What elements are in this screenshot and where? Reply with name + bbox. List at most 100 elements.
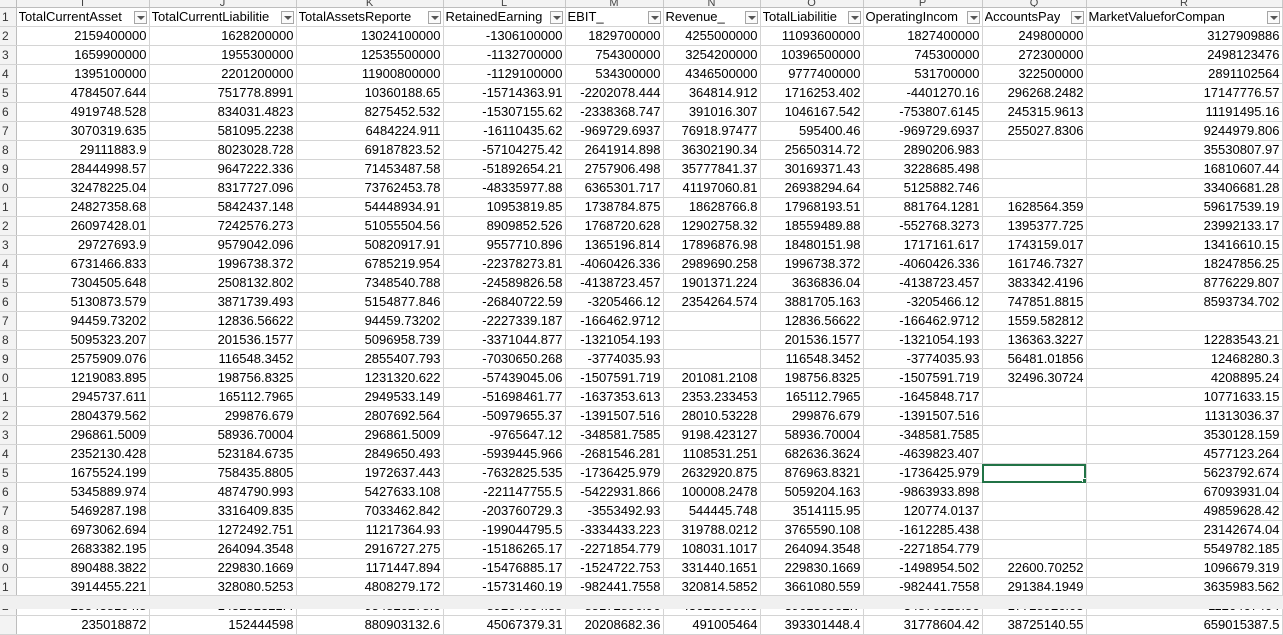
table-cell[interactable]: 758435.8805 [149,463,297,483]
column-letter[interactable]: N [663,0,761,8]
table-cell[interactable]: 8275452.532 [296,102,444,122]
table-cell[interactable]: 245315.9613 [982,102,1087,122]
table-cell[interactable]: -982441.7558 [565,577,664,597]
table-cell[interactable]: 10360188.65 [296,83,444,103]
table-cell[interactable]: -4401270.16 [863,83,983,103]
table-cell[interactable]: -1736425.979 [565,463,664,483]
table-cell[interactable]: 49859628.42 [1086,501,1283,521]
table-cell[interactable]: -1507591.719 [863,368,983,388]
table-cell[interactable]: -2202078.444 [565,83,664,103]
table-cell[interactable]: 2855407.793 [296,349,444,369]
table-cell[interactable]: -1498954.502 [863,558,983,578]
table-cell[interactable]: 322500000 [982,64,1087,84]
table-cell[interactable]: 881764.1281 [863,197,983,217]
row-number[interactable]: 7 [0,311,17,331]
table-cell[interactable]: 12468280.3 [1086,349,1283,369]
table-cell[interactable]: 4784507.644 [16,83,150,103]
active-cell[interactable] [982,463,1087,483]
table-cell[interactable]: 17968193.51 [760,197,864,217]
table-cell[interactable]: -1736425.979 [863,463,983,483]
table-cell[interactable]: 54448934.91 [296,197,444,217]
column-header-cell[interactable]: TotalAssetsReporte [296,7,444,27]
table-cell[interactable]: 13024100000 [296,26,444,46]
table-cell[interactable]: 1996738.372 [149,254,297,274]
table-cell[interactable]: 29111883.9 [16,140,150,160]
column-header-cell[interactable]: TotalCurrentLiabilitie [149,7,297,27]
table-cell[interactable]: 24827358.68 [16,197,150,217]
table-cell[interactable]: 198756.8325 [760,368,864,388]
table-cell[interactable]: 3254200000 [663,45,761,65]
table-cell[interactable]: 9777400000 [760,64,864,84]
table-cell[interactable]: 264094.3548 [760,539,864,559]
table-cell[interactable]: 5095323.207 [16,330,150,350]
table-cell[interactable]: 2949533.149 [296,387,444,407]
table-cell[interactable] [982,425,1087,445]
table-cell[interactable] [982,501,1087,521]
table-cell[interactable]: 2989690.258 [663,254,761,274]
table-cell[interactable]: 880903132.6 [296,615,444,635]
table-cell[interactable]: 5345889.974 [16,482,150,502]
table-cell[interactable]: -203760729.3 [443,501,566,521]
table-cell[interactable]: 751778.8991 [149,83,297,103]
table-cell[interactable]: 3070319.635 [16,121,150,141]
table-cell[interactable]: 10953819.85 [443,197,566,217]
table-cell[interactable]: 10396500000 [760,45,864,65]
filter-dropdown-icon[interactable] [847,10,861,24]
table-cell[interactable]: -16110435.62 [443,121,566,141]
table-cell[interactable]: 255027.8306 [982,121,1087,141]
table-cell[interactable]: 2890206.983 [863,140,983,160]
table-cell[interactable]: 17147776.57 [1086,83,1283,103]
table-cell[interactable]: 8023028.728 [149,140,297,160]
filter-dropdown-icon[interactable] [133,10,147,24]
table-cell[interactable]: -753807.6145 [863,102,983,122]
table-cell[interactable]: -166462.9712 [565,311,664,331]
table-cell[interactable]: 25650314.72 [760,140,864,160]
row-number[interactable]: 5 [0,463,17,483]
row-number[interactable]: 3 [0,45,17,65]
table-cell[interactable]: -15714363.91 [443,83,566,103]
column-header-cell[interactable]: TotalCurrentAsset [16,7,150,27]
table-cell[interactable]: 94459.73202 [296,311,444,331]
table-cell[interactable]: -7632825.535 [443,463,566,483]
table-cell[interactable]: 12283543.21 [1086,330,1283,350]
column-letter[interactable]: K [296,0,444,8]
table-cell[interactable]: -3334433.223 [565,520,664,540]
table-cell[interactable]: 18628766.8 [663,197,761,217]
table-cell[interactable]: 659015387.5 [1086,615,1283,635]
table-cell[interactable]: 1628200000 [149,26,297,46]
table-cell[interactable]: 3635983.562 [1086,577,1283,597]
table-cell[interactable]: 544445.748 [663,501,761,521]
table-cell[interactable]: 7033462.842 [296,501,444,521]
table-cell[interactable]: 8317727.096 [149,178,297,198]
table-cell[interactable]: 5154877.846 [296,292,444,312]
table-cell[interactable]: 58936.70004 [760,425,864,445]
table-cell[interactable]: 3661080.559 [760,577,864,597]
table-cell[interactable]: -48335977.88 [443,178,566,198]
table-cell[interactable]: -4138723.457 [565,273,664,293]
table-cell[interactable]: -24589826.58 [443,273,566,293]
table-cell[interactable]: -9863933.898 [863,482,983,502]
table-cell[interactable]: -7030650.268 [443,349,566,369]
table-cell[interactable]: 9244979.806 [1086,121,1283,141]
table-cell[interactable]: 320814.5852 [663,577,761,597]
row-number[interactable]: 9 [0,539,17,559]
table-cell[interactable]: 4919748.528 [16,102,150,122]
table-cell[interactable]: 2945737.611 [16,387,150,407]
table-cell[interactable]: 3765590.108 [760,520,864,540]
row-number[interactable] [0,615,17,635]
row-number[interactable]: 6 [0,292,17,312]
table-cell[interactable]: 201536.1577 [149,330,297,350]
table-cell[interactable]: 28444998.57 [16,159,150,179]
table-cell[interactable]: 1395100000 [16,64,150,84]
table-cell[interactable]: -2338368.747 [565,102,664,122]
row-number[interactable]: 6 [0,482,17,502]
table-cell[interactable]: 201081.2108 [663,368,761,388]
table-cell[interactable]: 45067379.31 [443,615,566,635]
table-cell[interactable]: 5469287.198 [16,501,150,521]
table-cell[interactable]: 3316409.835 [149,501,297,521]
table-cell[interactable]: 51055504.56 [296,216,444,236]
table-cell[interactable]: 1272492.751 [149,520,297,540]
table-cell[interactable]: 2807692.564 [296,406,444,426]
table-cell[interactable]: 5427633.108 [296,482,444,502]
table-cell[interactable]: -1637353.613 [565,387,664,407]
